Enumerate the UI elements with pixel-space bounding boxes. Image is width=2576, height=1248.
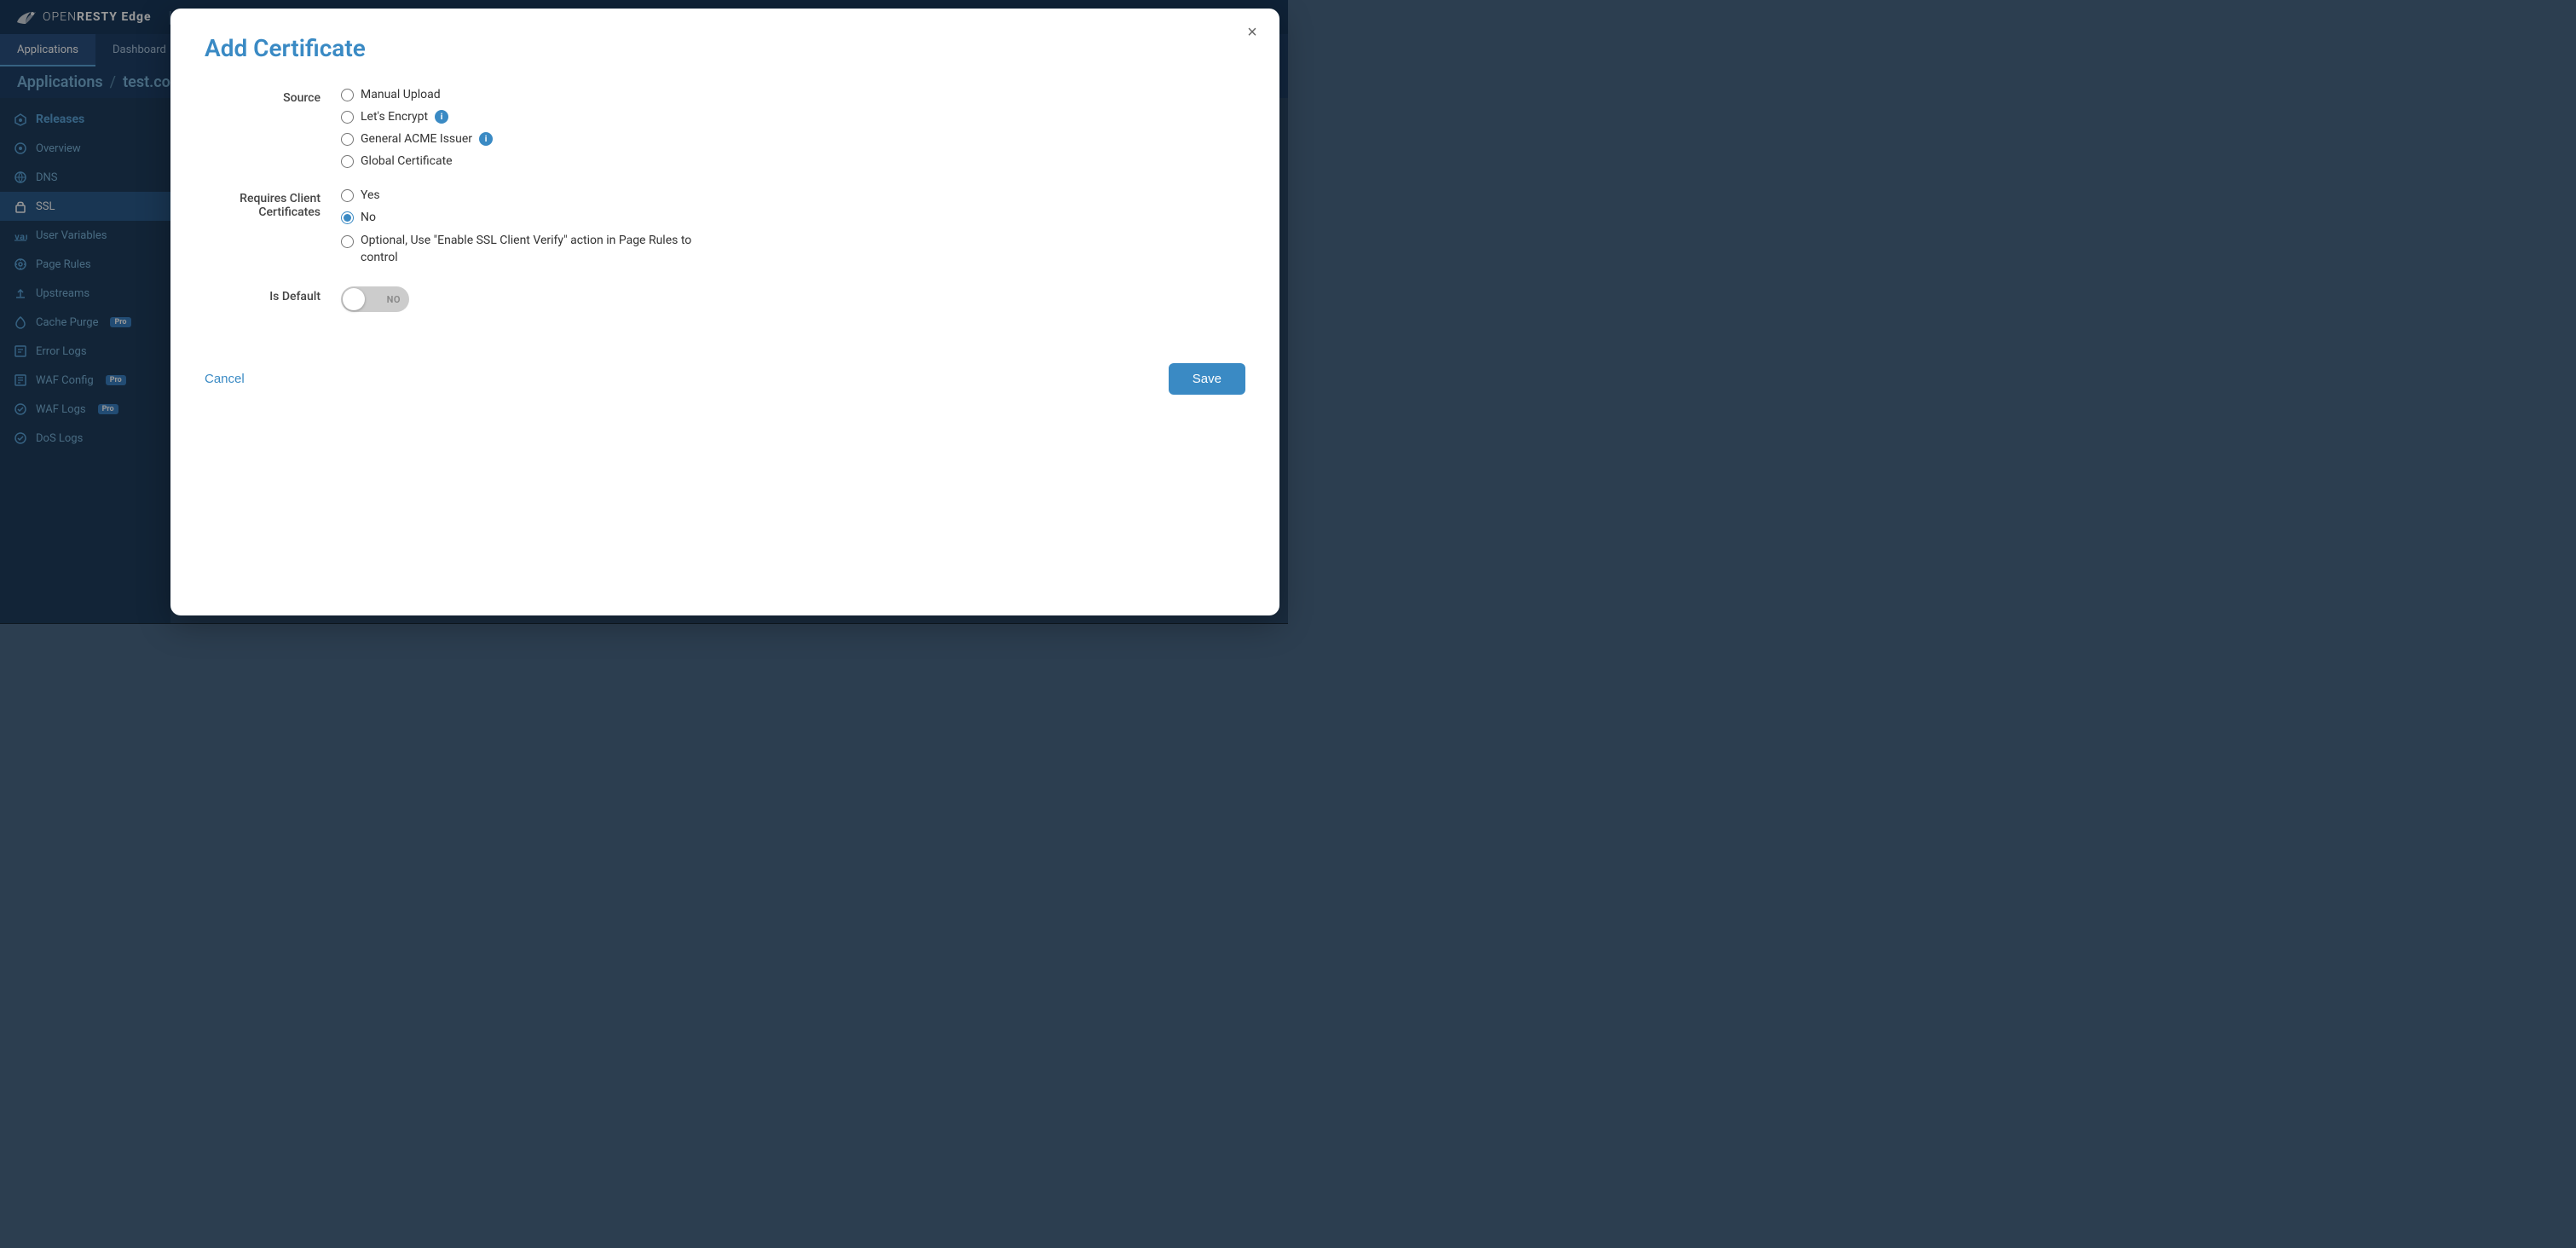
source-global-label: Global Certificate (361, 154, 453, 168)
save-button[interactable]: Save (1169, 363, 1245, 395)
requires-no-radio[interactable] (341, 211, 354, 224)
requires-yes-option[interactable]: Yes (341, 188, 1245, 202)
requires-client-certs-label: Requires Client Certificates (205, 188, 341, 219)
acme-info-icon[interactable]: i (479, 132, 493, 146)
source-acme-option[interactable]: General ACME Issuer i (341, 132, 1245, 146)
source-manual-label: Manual Upload (361, 88, 441, 101)
source-letsencrypt-label: Let's Encrypt (361, 110, 428, 124)
requires-controls: Yes No Optional, Use "Enable SSL Client … (341, 188, 1245, 266)
requires-no-option[interactable]: No (341, 211, 1245, 224)
modal-footer: Cancel Save (205, 346, 1245, 395)
source-controls: Manual Upload Let's Encrypt i General AC… (341, 88, 1245, 168)
source-acme-label: General ACME Issuer (361, 132, 472, 146)
requires-optional-radio[interactable] (341, 235, 354, 248)
is-default-toggle[interactable]: NO (341, 286, 409, 312)
source-label: Source (205, 88, 341, 105)
requires-yes-label: Yes (361, 188, 380, 202)
requires-no-label: No (361, 211, 376, 224)
is-default-controls: NO (341, 286, 1245, 312)
modal-title: Add Certificate (205, 34, 1245, 62)
letsencrypt-info-icon[interactable]: i (435, 110, 448, 124)
requires-client-certs-row: Requires Client Certificates Yes No Opti… (205, 188, 1245, 266)
source-global-radio[interactable] (341, 155, 354, 168)
source-manual-option[interactable]: Manual Upload (341, 88, 1245, 101)
source-letsencrypt-option[interactable]: Let's Encrypt i (341, 110, 1245, 124)
requires-yes-radio[interactable] (341, 189, 354, 202)
modal-close-button[interactable]: × (1240, 20, 1264, 44)
source-global-option[interactable]: Global Certificate (341, 154, 1245, 168)
source-letsencrypt-radio[interactable] (341, 111, 354, 124)
cancel-button[interactable]: Cancel (205, 372, 245, 386)
requires-optional-label: Optional, Use "Enable SSL Client Verify"… (361, 233, 702, 266)
toggle-knob (343, 288, 365, 310)
source-form-row: Source Manual Upload Let's Encrypt i Gen… (205, 88, 1245, 168)
source-acme-radio[interactable] (341, 133, 354, 146)
add-certificate-modal: × Add Certificate Source Manual Upload L… (170, 9, 1279, 615)
toggle-state-label: NO (387, 294, 401, 305)
is-default-label: Is Default (205, 286, 341, 303)
requires-optional-option[interactable]: Optional, Use "Enable SSL Client Verify"… (341, 233, 1245, 266)
source-manual-radio[interactable] (341, 89, 354, 101)
is-default-row: Is Default NO (205, 286, 1245, 312)
